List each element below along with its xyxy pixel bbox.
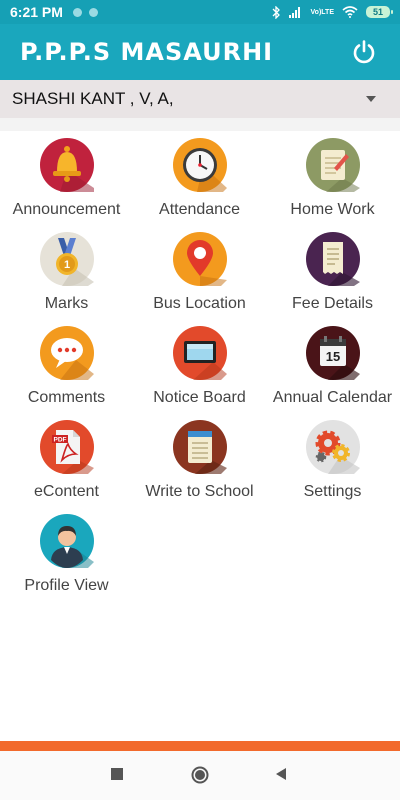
volte-indicator: Vo) LTE [310, 8, 334, 16]
tile-label: Write to School [145, 483, 254, 500]
notification-dot-icon [72, 7, 82, 17]
triangle-back-icon [276, 768, 286, 780]
tile-home-work[interactable]: Home Work [266, 138, 399, 232]
medal-number: 1 [63, 259, 69, 271]
tile-label: Comments [27, 389, 106, 406]
home-button[interactable] [191, 766, 209, 784]
tile-label: Marks [44, 295, 89, 312]
tile-label: Profile View [24, 577, 109, 594]
tile-label: Notice Board [153, 389, 246, 406]
tile-label: Fee Details [292, 295, 373, 312]
tile-profile-view[interactable]: Profile View [0, 514, 133, 608]
status-time: 6:21 PM [10, 4, 63, 20]
notification-dot-icon [88, 7, 98, 17]
medal-icon: 1 [39, 232, 94, 286]
location-pin-icon [172, 232, 227, 286]
speech-bubble-icon [39, 326, 94, 380]
tile-bus-location[interactable]: Bus Location [133, 232, 266, 326]
tile-fee-details[interactable]: Fee Details [266, 232, 399, 326]
status-bar: 6:21 PM Vo) LTE 51 [0, 0, 400, 24]
power-icon [353, 40, 375, 64]
tile-label: Annual Calendar [272, 389, 393, 406]
board-icon [172, 326, 227, 380]
app-title: P.P.P.S MASAURHI [20, 38, 274, 66]
tile-label: Bus Location [153, 295, 246, 312]
receipt-icon [305, 232, 360, 286]
tile-label: Attendance [159, 201, 240, 218]
tile-settings[interactable]: Settings [266, 420, 399, 514]
bell-icon [39, 138, 94, 192]
clock-icon [172, 138, 227, 192]
tile-label: Announcement [12, 201, 121, 218]
tile-label: Home Work [290, 201, 375, 218]
notebook-icon [172, 420, 227, 474]
pdf-label: PDF [53, 437, 66, 444]
student-dropdown[interactable]: SHASHI KANT , V, A, [0, 80, 400, 118]
app-bar: P.P.P.S MASAURHI [0, 24, 400, 80]
gears-icon [305, 420, 360, 474]
system-nav-bar [0, 751, 400, 800]
student-name: SHASHI KANT , V, A, [12, 89, 174, 108]
tile-marks[interactable]: 1 Marks [0, 232, 133, 326]
tile-label: eContent [34, 483, 99, 500]
calendar-day: 15 [325, 349, 339, 364]
recents-button[interactable] [110, 767, 124, 781]
tile-notice-board[interactable]: Notice Board [133, 326, 266, 420]
tile-attendance[interactable]: Attendance [133, 138, 266, 232]
square-icon [111, 768, 123, 780]
tile-comments[interactable]: Comments [0, 326, 133, 420]
tile-write-to-school[interactable]: Write to School [133, 420, 266, 514]
pdf-icon: PDF [39, 420, 94, 474]
content-divider [0, 118, 400, 131]
notepad-icon [305, 138, 360, 192]
tile-annual-calendar[interactable]: 15 Annual Calendar [266, 326, 399, 420]
tile-econtent[interactable]: PDF eContent [0, 420, 133, 514]
bluetooth-icon [272, 5, 281, 19]
signal-icon [288, 6, 303, 18]
back-button[interactable] [274, 767, 288, 781]
circle-icon [191, 766, 209, 784]
user-avatar-icon [39, 514, 94, 568]
battery-icon: 51 [366, 6, 393, 18]
bottom-accent-strip [0, 741, 400, 751]
power-button[interactable] [348, 36, 380, 68]
chevron-down-icon [366, 96, 376, 102]
calendar-icon: 15 [305, 326, 360, 380]
tile-label: Settings [303, 483, 362, 500]
tile-announcement[interactable]: Announcement [0, 138, 133, 232]
wifi-icon [342, 6, 358, 18]
